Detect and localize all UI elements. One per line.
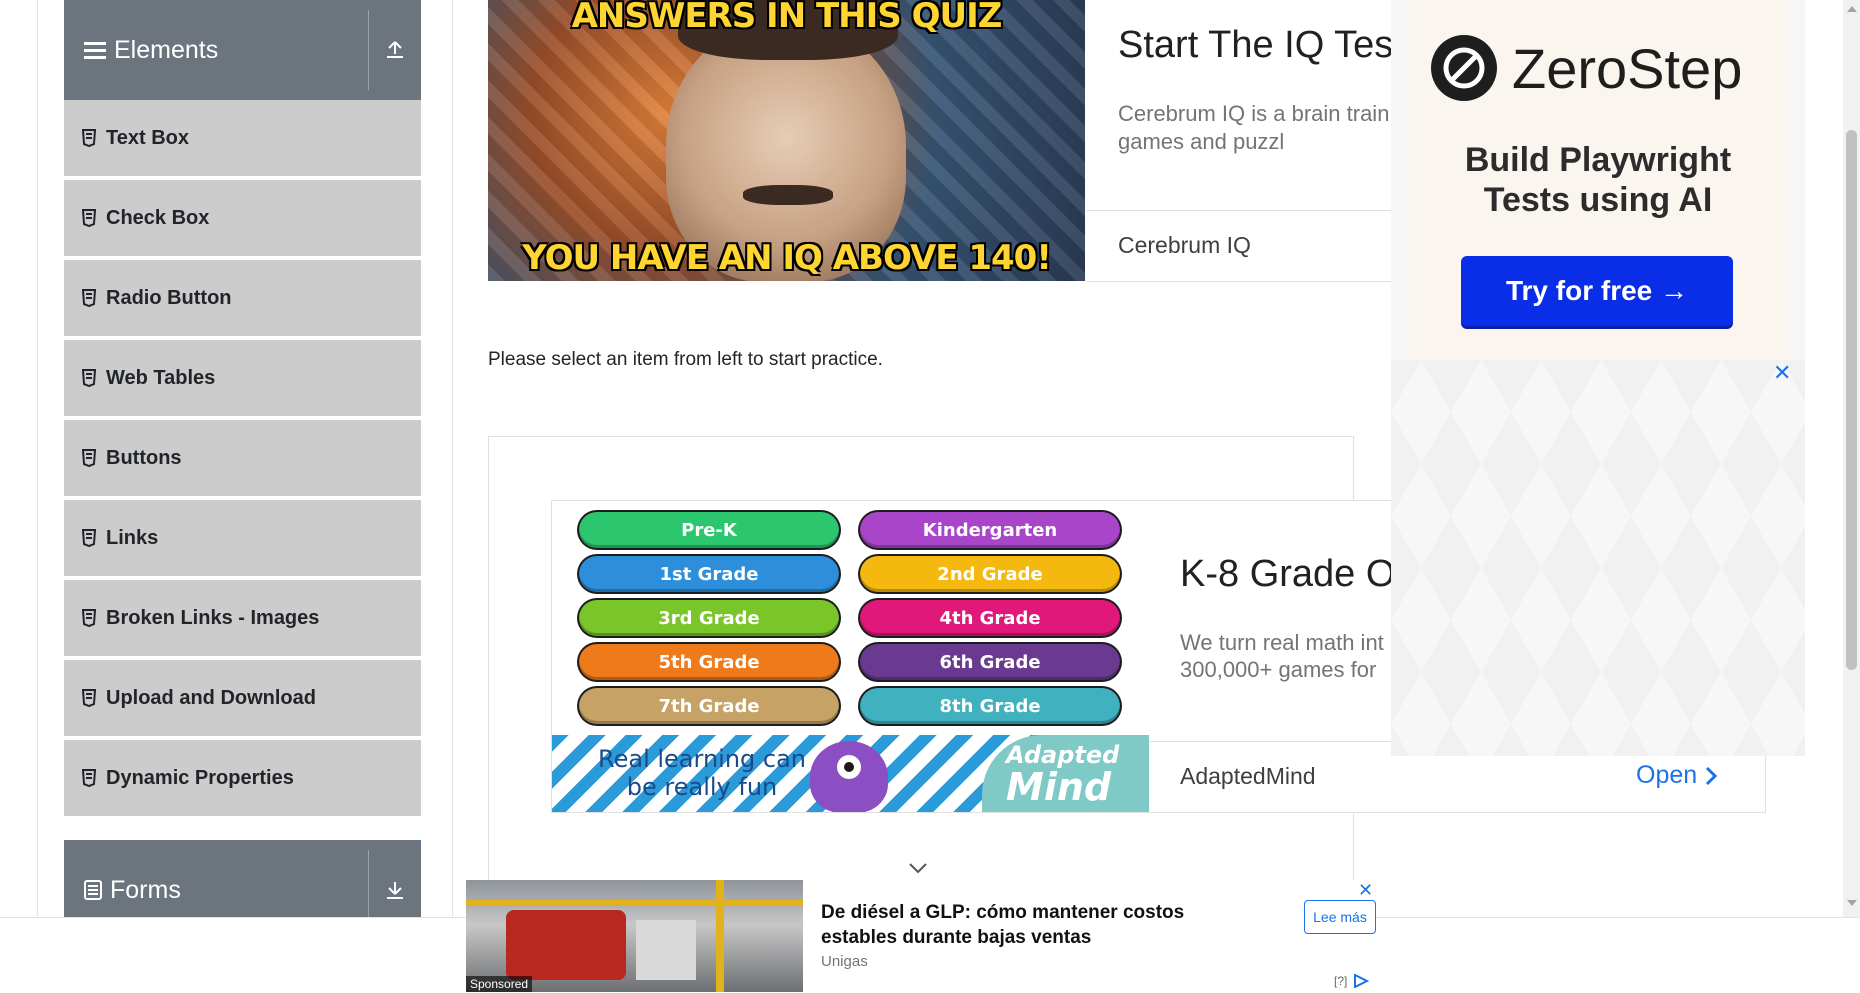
adaptedmind-logo: Adapted Mind: [982, 735, 1149, 812]
zerostep-logo-icon: [1431, 35, 1497, 101]
boiler-room-image: Sponsored: [466, 880, 803, 992]
sidebar-item-label: Dynamic Properties: [106, 766, 294, 789]
close-icon[interactable]: ✕: [1358, 880, 1373, 901]
sidebar-item-links[interactable]: Links: [64, 500, 421, 578]
pipe-shape: [466, 900, 803, 906]
html5-icon: [82, 289, 96, 307]
elements-group-label: Elements: [114, 36, 219, 64]
sidebar-item-check-box[interactable]: Check Box: [64, 180, 421, 258]
ad-divider: [1086, 210, 1391, 211]
grade-button: Pre-K: [579, 512, 839, 548]
sidebar-item-label: Links: [106, 526, 159, 549]
chevron-right-icon: [1706, 766, 1718, 785]
grade-button: 2nd Grade: [860, 556, 1120, 592]
sidebar-item-text-box[interactable]: Text Box: [64, 100, 421, 178]
try-for-free-button[interactable]: Try for free →: [1461, 256, 1733, 326]
sidebar-item-dynamic-properties[interactable]: Dynamic Properties: [64, 740, 421, 818]
grade-button: 8th Grade: [860, 688, 1120, 724]
ad-banner: Real learning can be really fun Adapted …: [552, 735, 1149, 812]
scroll-down-icon[interactable]: [1847, 900, 1857, 906]
elements-group-title: Elements: [84, 0, 218, 100]
ad-info-label: [?]: [1334, 974, 1348, 988]
iq-test-ad-image[interactable]: ANSWERS IN THIS QUIZ YOU HAVE AN IQ ABOV…: [488, 0, 1085, 281]
grade-button: 4th Grade: [860, 600, 1120, 636]
sidebar-item-label: Upload and Download: [106, 686, 316, 709]
ad-body: Cerebrum IQ is a brain train variety of …: [1118, 101, 1391, 154]
pipe-shape: [716, 880, 724, 992]
sidebar-item-label: Radio Button: [106, 286, 232, 309]
panel-shape: [636, 920, 696, 980]
html5-icon: [82, 769, 96, 787]
portrait-mustache: [743, 185, 833, 205]
grade-button: 5th Grade: [579, 644, 839, 680]
html5-icon: [82, 449, 96, 467]
sidebar-item-buttons[interactable]: Buttons: [64, 420, 421, 498]
ad-caption-top: ANSWERS IN THIS QUIZ: [571, 0, 1003, 36]
close-icon[interactable]: ✕: [1773, 360, 1791, 386]
bottom-ad-title: De diésel a GLP: cómo mantener costos es…: [821, 902, 1185, 948]
html5-icon: [82, 529, 96, 547]
adchoices-icon: [1354, 974, 1370, 988]
bottom-sticky-ad[interactable]: Sponsored De diésel a GLP: cómo mantener…: [466, 880, 1376, 992]
chevron-down-icon[interactable]: [908, 862, 928, 874]
sidebar-item-label: Broken Links - Images: [106, 606, 320, 629]
sponsored-label: Sponsored: [466, 976, 533, 992]
page-scrollbar[interactable]: [1843, 0, 1860, 918]
banner-text: Real learning can be really fun: [598, 745, 807, 801]
ad-caption-bottom: YOU HAVE AN IQ ABOVE 140!: [522, 238, 1052, 278]
zerostep-ad[interactable]: ZeroStep Build Playwright Tests using AI…: [1391, 0, 1805, 756]
document-icon: [84, 880, 102, 900]
elements-group-header[interactable]: Elements: [64, 0, 421, 100]
html5-icon: [82, 369, 96, 387]
sidebar-item-upload-download[interactable]: Upload and Download: [64, 660, 421, 738]
zerostep-headline: Build Playwright Tests using AI: [1464, 141, 1732, 219]
scroll-up-icon[interactable]: [1847, 6, 1857, 12]
scrollbar-thumb[interactable]: [1846, 130, 1857, 670]
bottom-ad-advertiser: Unigas: [821, 953, 868, 970]
red-boiler-shape: [506, 910, 626, 980]
arrow-up-tray-icon[interactable]: [369, 0, 421, 100]
ad-info[interactable]: [?]: [1334, 974, 1370, 988]
ad-headline: K-8 Grade O: [1180, 553, 1396, 595]
sidebar-item-web-tables[interactable]: Web Tables: [64, 340, 421, 418]
ad-advertiser: Cerebrum IQ: [1118, 232, 1251, 258]
zerostep-brand: ZeroStep: [1512, 37, 1743, 100]
html5-icon: [82, 129, 96, 147]
grade-button: 3rd Grade: [579, 600, 839, 636]
grade-button: 7th Grade: [579, 688, 839, 724]
grade-button: Kindergarten: [860, 512, 1120, 548]
monster-mascot-icon: [810, 741, 888, 812]
grade-button: 1st Grade: [579, 556, 839, 592]
sidebar-item-label: Web Tables: [106, 366, 216, 389]
iq-test-ad-text[interactable]: Start The IQ Test Cerebrum IQ is a brain…: [1086, 0, 1391, 282]
sidebar-item-radio-button[interactable]: Radio Button: [64, 260, 421, 338]
ad-pattern-area: [1391, 360, 1805, 756]
practice-instruction: Please select an item from left to start…: [488, 349, 883, 370]
grade-button: 6th Grade: [860, 644, 1120, 680]
html5-icon: [82, 209, 96, 227]
ad-advertiser: AdaptedMind: [1180, 763, 1316, 789]
html5-icon: [82, 689, 96, 707]
html5-icon: [82, 609, 96, 627]
sidebar-item-label: Check Box: [106, 206, 210, 229]
ad-headline: Start The IQ Test: [1118, 24, 1391, 66]
grades-ad-image: Pre-K Kindergarten 1st Grade 2nd Grade 3…: [552, 501, 1149, 812]
sidebar-item-label: Text Box: [106, 126, 189, 149]
ad-open-button[interactable]: Open: [1636, 761, 1718, 790]
read-more-button[interactable]: Lee más: [1304, 900, 1376, 934]
sidebar-item-label: Buttons: [106, 446, 182, 469]
hamburger-icon: [84, 42, 106, 59]
sidebar-item-broken-links[interactable]: Broken Links - Images: [64, 580, 421, 658]
